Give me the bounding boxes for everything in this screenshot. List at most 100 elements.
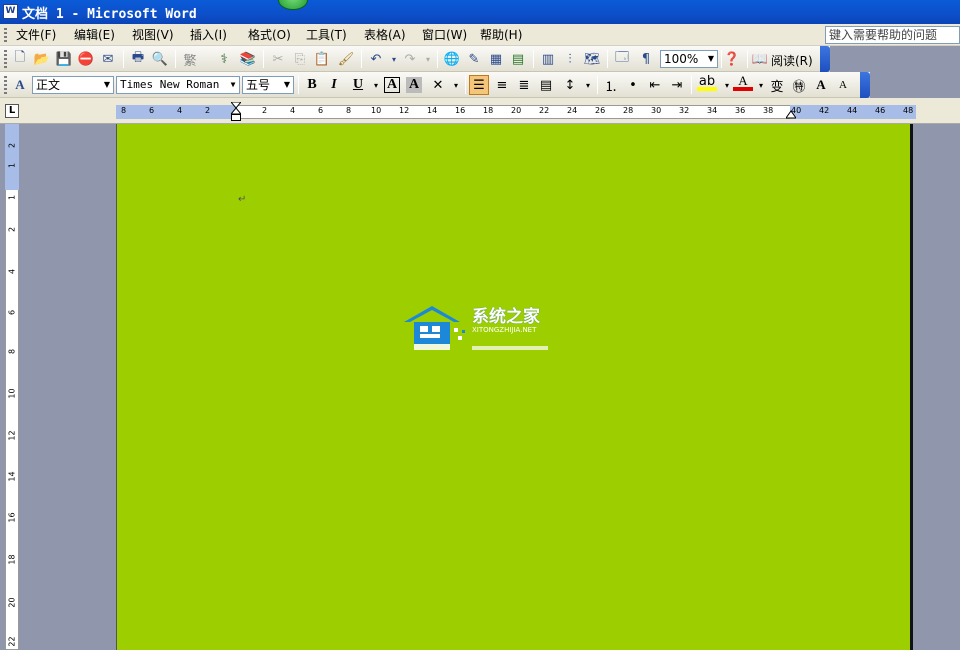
word-app-icon[interactable]: W — [3, 4, 18, 19]
style-select[interactable]: 正文 ▼ — [32, 76, 114, 94]
char-scale-dropdown-icon[interactable]: ▾ — [446, 75, 466, 95]
save-icon[interactable]: 💾 — [54, 49, 74, 69]
chevron-down-icon: ▼ — [707, 54, 715, 63]
menu-file[interactable]: 文件(F) — [16, 27, 56, 43]
grow-font-icon[interactable]: A — [811, 75, 831, 95]
paste-icon[interactable]: 📋 — [312, 49, 332, 69]
italic-button[interactable]: I — [324, 75, 344, 95]
menu-table[interactable]: 表格(A) — [364, 27, 406, 43]
window-title: 文档 1 - Microsoft Word — [22, 7, 197, 22]
justify-button[interactable]: ▤ — [536, 75, 556, 95]
align-right-button[interactable]: ≣ — [514, 75, 534, 95]
menu-view[interactable]: 视图(V) — [132, 27, 174, 43]
underline-dropdown-icon[interactable]: ▾ — [366, 75, 386, 95]
ruler-number: 20 — [7, 597, 17, 608]
columns-icon[interactable]: ▥ — [538, 49, 558, 69]
menu-window[interactable]: 窗口(W) — [422, 27, 467, 43]
spelling-icon[interactable]: 繁 — [180, 49, 200, 69]
underline-button[interactable]: U — [348, 75, 368, 95]
show-hide-icon[interactable]: ¶ — [636, 49, 656, 69]
bullets-icon[interactable]: • — [623, 75, 643, 95]
paragraph-mark-icon: ↵ — [238, 194, 247, 205]
menu-tools[interactable]: 工具(T) — [306, 27, 347, 43]
ruler-number: 16 — [7, 512, 17, 523]
document-map-icon[interactable]: 🗺 — [582, 49, 602, 69]
document-thumbnail-icon[interactable]: 🗔 — [612, 49, 632, 69]
research-icon[interactable]: ⚕ — [214, 49, 234, 69]
enclose-characters-icon[interactable]: ㊕ — [789, 75, 809, 95]
align-center-button[interactable]: ≡ — [492, 75, 512, 95]
menu-grip[interactable] — [4, 28, 7, 42]
insert-table-icon[interactable]: ▦ — [486, 49, 506, 69]
font-size-select[interactable]: 五号 ▼ — [242, 76, 294, 94]
font-select[interactable]: Times New Roman ▼ — [116, 76, 240, 94]
increase-indent-icon[interactable]: ⇥ — [667, 75, 687, 95]
new-document-icon[interactable]: 🗋 — [10, 49, 30, 69]
indent-marker[interactable] — [229, 101, 243, 122]
menu-insert[interactable]: 插入(I) — [190, 27, 227, 43]
ruler-number: 34 — [707, 106, 718, 115]
read-mode-icon[interactable]: 📖 — [750, 49, 770, 69]
format-painter-icon[interactable]: 🖌 — [336, 49, 356, 69]
ruler-number: 2 — [262, 106, 268, 115]
char-border-button[interactable]: A — [384, 77, 400, 93]
ruler-number: 6 — [318, 106, 324, 115]
cut-icon[interactable]: ✂ — [268, 49, 288, 69]
toolbar-separator — [607, 50, 608, 68]
copy-icon[interactable]: ⎘ — [290, 49, 310, 69]
help-question-input[interactable]: 键入需要帮助的问题 — [825, 26, 960, 44]
drawing-icon[interactable]: ⫶ — [560, 49, 580, 69]
line-spacing-icon[interactable]: ↕ — [560, 75, 580, 95]
menu-edit[interactable]: 编辑(E) — [74, 27, 115, 43]
right-indent-marker[interactable] — [785, 108, 797, 119]
menu-help[interactable]: 帮助(H) — [480, 27, 522, 43]
phonetic-guide-icon[interactable]: 变 — [767, 75, 787, 95]
toolbar-grip[interactable] — [4, 50, 7, 68]
watermark-text-en: XITONGZHIJIA.NET — [472, 326, 537, 334]
bold-button[interactable]: B — [302, 75, 322, 95]
ruler-number: 44 — [847, 106, 858, 115]
ruler-number: 12 — [7, 430, 17, 441]
insert-excel-icon[interactable]: ▤ — [508, 49, 528, 69]
toolbar-options-button[interactable] — [820, 46, 830, 72]
ruler-number: 20 — [511, 106, 522, 115]
font-color-icon[interactable]: A — [733, 73, 753, 91]
ruler-number: 4 — [290, 106, 296, 115]
help-icon[interactable]: ❓ — [722, 49, 742, 69]
tab-selector[interactable]: L — [5, 104, 19, 118]
toolbar-options-button[interactable] — [860, 72, 870, 98]
research-books-icon[interactable]: 📚 — [238, 49, 258, 69]
document-page[interactable] — [116, 124, 913, 650]
char-shading-button[interactable]: A — [406, 77, 422, 93]
numbering-icon[interactable]: ⒈ — [601, 75, 621, 95]
ruler-number: 8 — [7, 348, 17, 355]
hyperlink-icon[interactable]: 🌐 — [442, 49, 462, 69]
styles-pane-icon[interactable]: A — [10, 75, 30, 95]
shrink-font-icon[interactable]: A — [833, 75, 853, 95]
ruler-number: 4 — [177, 106, 183, 115]
highlight-icon[interactable]: ab — [697, 74, 717, 91]
chevron-down-icon: ▼ — [283, 80, 291, 89]
redo-icon[interactable]: ↷ — [400, 49, 420, 69]
toolbar-grip[interactable] — [4, 76, 7, 94]
zoom-select[interactable]: 100% ▼ — [660, 50, 718, 68]
redo-dropdown-icon[interactable]: ▾ — [418, 49, 438, 69]
print-icon[interactable]: 🖶 — [128, 49, 148, 69]
permission-icon[interactable]: ⛔ — [76, 49, 96, 69]
read-mode-button[interactable]: 阅读(R) — [771, 52, 813, 69]
ruler-number: 36 — [735, 106, 746, 115]
email-icon[interactable]: ✉ — [98, 49, 118, 69]
decrease-indent-icon[interactable]: ⇤ — [645, 75, 665, 95]
open-icon[interactable]: 📂 — [32, 49, 52, 69]
align-left-button[interactable]: ☰ — [469, 75, 489, 95]
char-scale-icon[interactable]: ✕ — [428, 75, 448, 95]
ruler-number: 8 — [121, 106, 127, 115]
ruler-number: 28 — [623, 106, 634, 115]
line-spacing-dropdown-icon[interactable]: ▾ — [578, 75, 598, 95]
print-preview-icon[interactable]: 🔍 — [150, 49, 170, 69]
tables-borders-icon[interactable]: ✎ — [464, 49, 484, 69]
ruler-number: 2 — [7, 226, 17, 233]
ruler-number: 48 — [903, 106, 914, 115]
menu-format[interactable]: 格式(O) — [248, 27, 291, 43]
undo-icon[interactable]: ↶ — [366, 49, 386, 69]
